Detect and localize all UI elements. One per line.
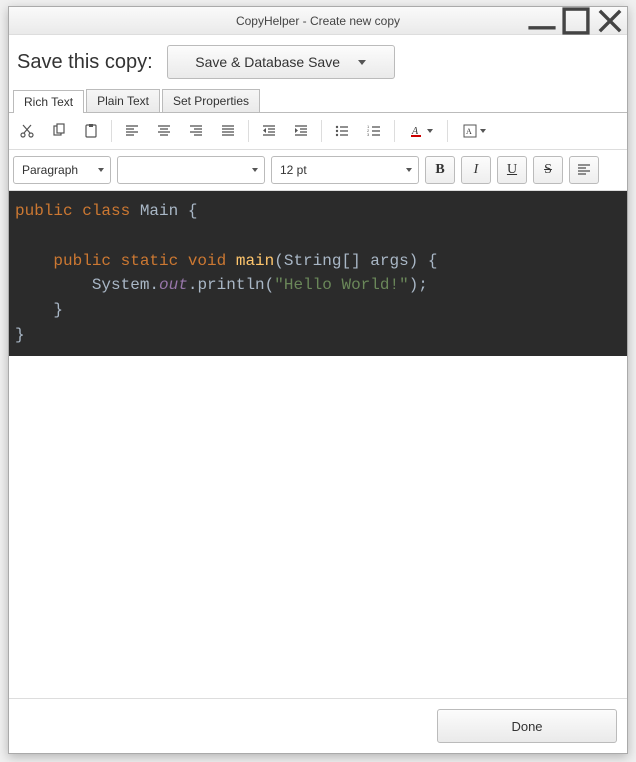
tab-set-properties[interactable]: Set Properties: [162, 89, 260, 112]
save-row: Save this copy: Save & Database Save: [9, 35, 627, 87]
svg-text:A: A: [466, 127, 472, 136]
cut-button[interactable]: [13, 117, 41, 145]
bullet-list-button[interactable]: [328, 117, 356, 145]
save-mode-value: Save & Database Save: [195, 54, 340, 70]
svg-text:3: 3: [367, 132, 370, 137]
chevron-down-icon: [480, 129, 486, 133]
align-right-button[interactable]: [182, 117, 210, 145]
tab-rich-text[interactable]: Rich Text: [13, 90, 84, 113]
separator: [447, 120, 448, 142]
align-justify-button[interactable]: [214, 117, 242, 145]
window: CopyHelper - Create new copy Save this c…: [8, 6, 628, 754]
toolbar-main: 123 A A: [9, 113, 627, 150]
highlight-color-dropdown[interactable]: A: [454, 117, 494, 145]
font-color-dropdown[interactable]: A: [401, 117, 441, 145]
underline-button[interactable]: U: [497, 156, 527, 184]
outdent-button[interactable]: [255, 117, 283, 145]
separator: [321, 120, 322, 142]
indent-button[interactable]: [287, 117, 315, 145]
toolbar-format: Paragraph 12 pt B I U S: [9, 150, 627, 191]
chevron-down-icon: [406, 168, 412, 172]
paste-button[interactable]: [77, 117, 105, 145]
chevron-down-icon: [98, 168, 104, 172]
clear-format-button[interactable]: [569, 156, 599, 184]
titlebar: CopyHelper - Create new copy: [9, 7, 627, 35]
align-center-button[interactable]: [150, 117, 178, 145]
save-mode-dropdown[interactable]: Save & Database Save: [167, 45, 395, 79]
code-block: public class Main { public static void m…: [9, 191, 627, 356]
paragraph-style-combo[interactable]: Paragraph: [13, 156, 111, 184]
close-button[interactable]: [593, 7, 627, 34]
italic-button[interactable]: I: [461, 156, 491, 184]
save-label: Save this copy:: [17, 51, 153, 74]
tabs: Rich Text Plain Text Set Properties: [9, 87, 627, 113]
bold-button[interactable]: B: [425, 156, 455, 184]
copy-button[interactable]: [45, 117, 73, 145]
window-controls: [525, 7, 627, 34]
align-left-button[interactable]: [118, 117, 146, 145]
chevron-down-icon: [427, 129, 433, 133]
chevron-down-icon: [252, 168, 258, 172]
footer: Done: [9, 698, 627, 753]
tab-plain-text[interactable]: Plain Text: [86, 89, 160, 112]
font-family-combo[interactable]: [117, 156, 265, 184]
maximize-button[interactable]: [559, 7, 593, 34]
editor-area[interactable]: public class Main { public static void m…: [9, 191, 627, 698]
separator: [394, 120, 395, 142]
chevron-down-icon: [358, 60, 366, 65]
numbered-list-button[interactable]: 123: [360, 117, 388, 145]
separator: [111, 120, 112, 142]
done-button[interactable]: Done: [437, 709, 617, 743]
font-size-combo[interactable]: 12 pt: [271, 156, 419, 184]
minimize-button[interactable]: [525, 7, 559, 34]
separator: [248, 120, 249, 142]
strikethrough-button[interactable]: S: [533, 156, 563, 184]
